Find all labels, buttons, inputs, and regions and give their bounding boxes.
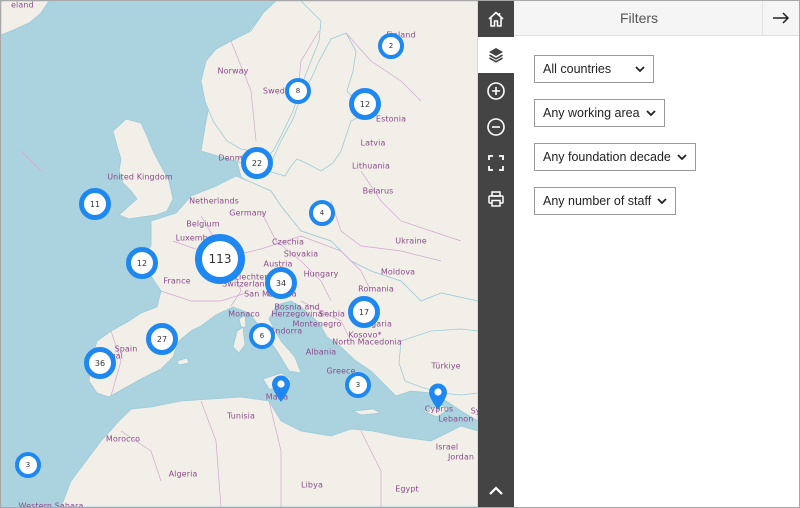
country-label: Serbia (318, 309, 346, 319)
country-label: United Kingdom (107, 172, 173, 182)
country-label: Lebanon (438, 414, 474, 424)
arrow-right-icon (773, 12, 790, 24)
country-label: Türkiye (431, 361, 461, 371)
country-label: Herzegovina (271, 309, 323, 319)
cluster-count: 12 (136, 258, 148, 268)
country-label: Algeria (168, 469, 198, 479)
country-label: Egypt (395, 484, 419, 494)
zoom-in-button[interactable] (478, 73, 514, 109)
working-area-filter-select[interactable]: Any working area (534, 99, 665, 127)
cluster-marker[interactable]: 36 (84, 347, 116, 379)
country-label: Slovakia (283, 249, 319, 259)
foundation-decade-filter-select[interactable]: Any foundation decade (534, 143, 696, 171)
layers-button[interactable] (478, 37, 514, 73)
select-value: Any foundation decade (543, 150, 671, 164)
cluster-count: 113 (208, 252, 232, 266)
country-label: Czechia (271, 237, 305, 247)
country-label: France (163, 276, 191, 286)
country-label: Monaco (228, 309, 260, 319)
chevron-down-icon (645, 106, 656, 120)
country-label: Moldova (380, 267, 416, 277)
cluster-marker[interactable]: 12 (126, 247, 158, 279)
country-label: Belarus (362, 186, 394, 196)
country-label: Israel (435, 442, 459, 452)
fullscreen-button[interactable] (478, 145, 514, 181)
country-label: Hungary (303, 269, 339, 279)
cluster-marker[interactable]: 11 (79, 188, 111, 220)
cluster-count: 22 (251, 158, 263, 168)
cluster-count: 4 (319, 209, 325, 217)
location-pin-icon[interactable] (428, 383, 448, 411)
country-label: Belgium (186, 219, 220, 229)
print-icon (488, 191, 504, 207)
map-toolbar (478, 1, 514, 507)
cluster-marker[interactable]: 6 (249, 323, 275, 349)
country-label: Estonia (375, 114, 407, 124)
chevron-up-icon (489, 486, 503, 495)
cluster-count: 6 (259, 332, 265, 340)
cluster-marker[interactable]: 3 (345, 372, 371, 398)
chevron-down-icon (635, 62, 645, 76)
cluster-marker[interactable]: 113 (195, 234, 245, 284)
filters-panel: Filters All countries Any working area A… (514, 1, 799, 507)
cluster-count: 3 (25, 461, 31, 469)
cluster-count: 8 (295, 87, 301, 95)
country-label: Lithuania (352, 161, 390, 171)
map-canvas[interactable]: eland Norway Sweden Finland Estonia Latvia Lit… (1, 1, 478, 507)
zoom-out-icon (487, 118, 505, 136)
cluster-marker[interactable]: 17 (348, 296, 380, 328)
country-label: North Macedonia (332, 337, 402, 347)
collapse-button[interactable] (478, 473, 514, 507)
cluster-marker[interactable]: 2 (378, 33, 404, 59)
country-label: Latvia (360, 138, 386, 148)
country-filter-select[interactable]: All countries (534, 55, 655, 83)
country-label: Romania (358, 284, 394, 294)
country-label: Netherlands (189, 196, 239, 206)
country-label: Norway (217, 66, 249, 76)
cluster-marker[interactable]: 34 (265, 267, 297, 299)
layers-icon (489, 48, 503, 63)
country-label: Albania (305, 347, 337, 357)
cluster-count: 36 (94, 358, 106, 368)
country-label: Jordan (447, 452, 475, 462)
app-frame: eland Norway Sweden Finland Estonia Latvia Lit… (0, 0, 800, 508)
zoom-out-button[interactable] (478, 109, 514, 145)
location-pin-icon[interactable] (271, 375, 291, 403)
cluster-marker[interactable]: 22 (241, 147, 273, 179)
country-label: Tunisia (226, 411, 256, 421)
cluster-count: 2 (388, 42, 394, 50)
country-label: Libya (301, 480, 323, 490)
select-value: All countries (543, 62, 612, 76)
cluster-marker[interactable]: 4 (309, 200, 335, 226)
country-label: Western Sahara (18, 501, 84, 508)
cluster-marker[interactable]: 8 (285, 78, 311, 104)
zoom-in-icon (487, 82, 505, 100)
cluster-count: 17 (358, 307, 370, 317)
home-icon (488, 11, 504, 27)
cluster-count: 27 (156, 334, 168, 344)
cluster-count: 3 (355, 381, 361, 389)
panel-title: Filters (619, 10, 659, 26)
cluster-count: 12 (359, 99, 371, 109)
filters-panel-header: Filters (514, 1, 799, 36)
chevron-down-icon (657, 194, 667, 208)
chevron-down-icon (677, 150, 687, 164)
country-label: eland (11, 1, 34, 10)
cluster-marker[interactable]: 27 (146, 323, 178, 355)
cluster-marker[interactable]: 12 (349, 88, 381, 120)
cluster-marker[interactable]: 3 (15, 452, 41, 478)
close-panel-button[interactable] (762, 1, 799, 35)
country-label: Syria (470, 406, 478, 416)
print-button[interactable] (478, 181, 514, 217)
country-label: Morocco (105, 434, 141, 444)
select-value: Any working area (543, 106, 640, 120)
country-label: Germany (229, 208, 267, 218)
fullscreen-icon (488, 155, 504, 171)
select-value: Any number of staff (543, 194, 652, 208)
cluster-count: 11 (89, 199, 101, 209)
cluster-count: 34 (275, 278, 287, 288)
staff-number-filter-select[interactable]: Any number of staff (534, 187, 677, 215)
home-button[interactable] (478, 1, 514, 37)
country-label: Ukraine (395, 236, 427, 246)
